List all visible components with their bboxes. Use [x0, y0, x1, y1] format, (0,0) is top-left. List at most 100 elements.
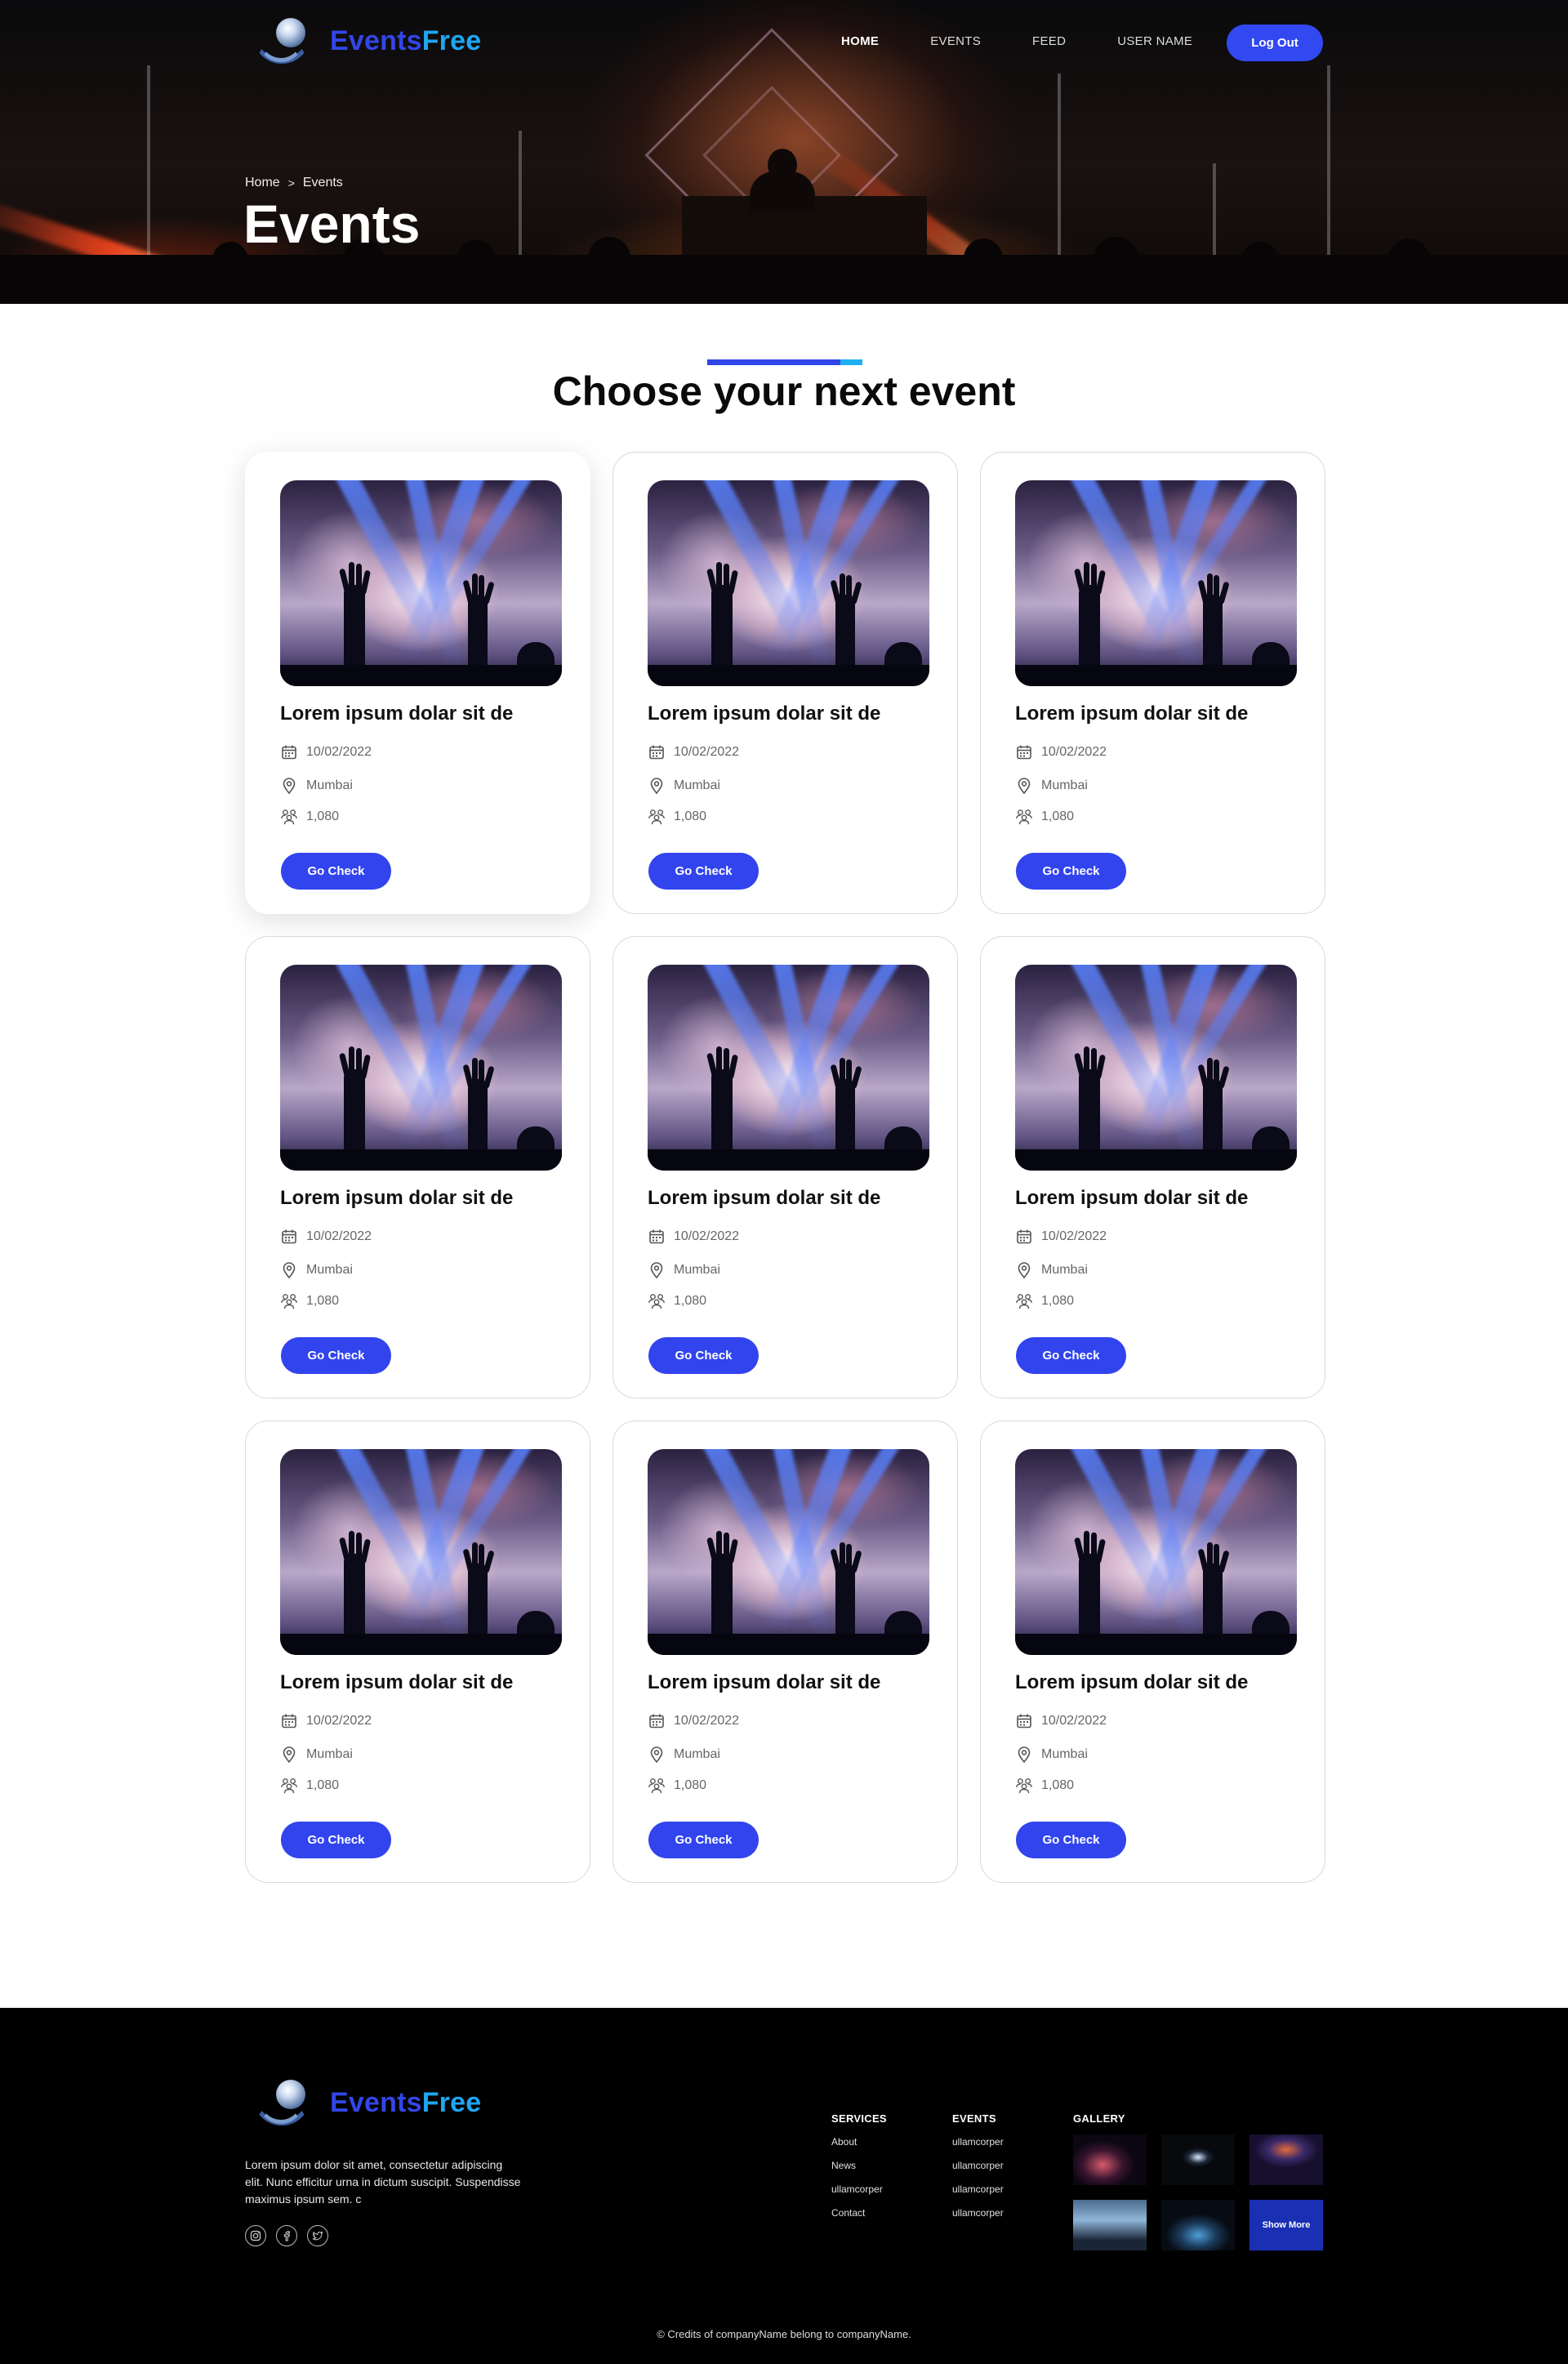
event-card: Lorem ipsum dolar sit de 10/02/2022 Mumb…	[245, 1421, 590, 1883]
event-card: Lorem ipsum dolar sit de 10/02/2022 Mumb…	[612, 452, 958, 914]
map-pin-icon	[280, 1746, 298, 1764]
event-grid: Lorem ipsum dolar sit de 10/02/2022 Mumb…	[245, 452, 1325, 1883]
map-pin-icon	[1015, 777, 1033, 795]
social-links	[245, 2225, 328, 2246]
event-date-text: 10/02/2022	[674, 745, 740, 759]
people-icon	[280, 1292, 298, 1310]
event-location: Mumbai	[1015, 1261, 1088, 1279]
event-attendees-text: 1,080	[306, 1294, 340, 1308]
event-attendees: 1,080	[648, 808, 706, 826]
twitter-icon[interactable]	[307, 2225, 328, 2246]
event-attendees: 1,080	[280, 1777, 339, 1795]
event-title: Lorem ipsum dolar sit de	[648, 1187, 881, 1209]
nav-link-user-name[interactable]: USER NAME	[1117, 34, 1192, 48]
event-image[interactable]	[280, 965, 562, 1171]
people-icon	[1015, 1292, 1033, 1310]
footer-link-ullamcorper[interactable]: ullamcorper	[831, 2183, 887, 2195]
people-icon	[280, 1777, 298, 1795]
gallery-thumbnail[interactable]	[1250, 2134, 1323, 2185]
go-check-button[interactable]: Go Check	[1016, 1337, 1126, 1374]
nav-link-events[interactable]: EVENTS	[930, 34, 981, 48]
top-navbar: EventsFree HOME EVENTS FEED USER NAME Lo…	[0, 0, 1568, 86]
event-image[interactable]	[1015, 1449, 1297, 1655]
gallery-show-more-button[interactable]: Show More	[1250, 2200, 1323, 2250]
gallery-thumbnail[interactable]	[1161, 2200, 1235, 2250]
event-location-text: Mumbai	[674, 1747, 720, 1761]
people-icon	[648, 1777, 666, 1795]
event-location-text: Mumbai	[674, 1263, 720, 1277]
event-image[interactable]	[648, 480, 929, 686]
event-location-text: Mumbai	[1041, 778, 1088, 792]
event-attendees-text: 1,080	[1041, 1778, 1075, 1792]
gallery-thumbnail[interactable]	[1161, 2134, 1235, 2185]
footer-event-link[interactable]: ullamcorper	[952, 2207, 1004, 2219]
map-pin-icon	[648, 777, 666, 795]
go-check-button[interactable]: Go Check	[281, 1822, 391, 1858]
footer: EventsFree Lorem ipsum dolor sit amet, c…	[0, 2008, 1568, 2364]
event-attendees-text: 1,080	[1041, 810, 1075, 823]
gallery-thumbnail[interactable]	[1073, 2134, 1147, 2185]
event-location: Mumbai	[648, 1746, 720, 1764]
facebook-icon[interactable]	[276, 2225, 297, 2246]
footer-event-link[interactable]: ullamcorper	[952, 2160, 1004, 2171]
event-image[interactable]	[648, 1449, 929, 1655]
event-attendees: 1,080	[1015, 1777, 1074, 1795]
go-check-button[interactable]: Go Check	[1016, 853, 1126, 890]
nav-link-home[interactable]: HOME	[841, 34, 879, 48]
people-icon	[648, 1292, 666, 1310]
calendar-icon	[280, 1228, 298, 1246]
footer-event-link[interactable]: ullamcorper	[952, 2136, 1004, 2148]
gallery-thumbnail[interactable]	[1073, 2200, 1147, 2250]
instagram-icon[interactable]	[245, 2225, 266, 2246]
go-check-button[interactable]: Go Check	[648, 853, 759, 890]
hero-crowd	[1388, 239, 1429, 279]
event-attendees-text: 1,080	[1041, 1294, 1075, 1308]
event-date-text: 10/02/2022	[1041, 1229, 1107, 1243]
event-image[interactable]	[1015, 965, 1297, 1171]
event-location: Mumbai	[648, 1261, 720, 1279]
event-attendees-text: 1,080	[306, 810, 340, 823]
event-image[interactable]	[280, 480, 562, 686]
go-check-button[interactable]: Go Check	[1016, 1822, 1126, 1858]
hero-banner: EventsFree HOME EVENTS FEED USER NAME Lo…	[0, 0, 1568, 304]
footer-link-about[interactable]: About	[831, 2136, 887, 2148]
calendar-icon	[280, 743, 298, 761]
footer-link-news[interactable]: News	[831, 2160, 887, 2171]
go-check-button[interactable]: Go Check	[281, 853, 391, 890]
breadcrumb-home[interactable]: Home	[245, 176, 280, 190]
event-attendees: 1,080	[648, 1292, 706, 1310]
go-check-button[interactable]: Go Check	[648, 1822, 759, 1858]
logout-button[interactable]: Log Out	[1227, 25, 1323, 61]
people-icon	[1015, 1777, 1033, 1795]
event-image[interactable]	[1015, 480, 1297, 686]
event-date-text: 10/02/2022	[306, 745, 372, 759]
event-date: 10/02/2022	[280, 743, 372, 761]
event-location-text: Mumbai	[306, 1263, 353, 1277]
event-location-text: Mumbai	[1041, 1747, 1088, 1761]
breadcrumb-separator: >	[287, 176, 295, 190]
copyright-text: © Credits of companyName belong to compa…	[657, 2328, 911, 2340]
event-date: 10/02/2022	[648, 743, 739, 761]
hero-truss	[1058, 74, 1061, 270]
go-check-button[interactable]: Go Check	[648, 1337, 759, 1374]
hero-crowd	[1094, 237, 1138, 279]
brand-logo[interactable]: EventsFree	[253, 16, 481, 65]
event-card: Lorem ipsum dolar sit de 10/02/2022 Mumb…	[980, 1421, 1325, 1883]
section-accent-bar	[707, 359, 862, 365]
hero-truss	[1327, 65, 1330, 278]
footer-description: Lorem ipsum dolor sit amet, consectetur …	[245, 2158, 521, 2206]
footer-events-heading: EVENTS	[952, 2112, 996, 2125]
hero-crowd	[457, 240, 495, 279]
event-image[interactable]	[280, 1449, 562, 1655]
calendar-icon	[648, 1228, 666, 1246]
people-icon	[1015, 808, 1033, 826]
event-date-text: 10/02/2022	[306, 1714, 372, 1728]
event-location-text: Mumbai	[306, 1747, 353, 1761]
footer-events-column: EVENTS ullamcorper ullamcorper ullamcorp…	[952, 2112, 1004, 2231]
footer-brand-logo[interactable]: EventsFree	[253, 2078, 481, 2127]
event-image[interactable]	[648, 965, 929, 1171]
footer-link-contact[interactable]: Contact	[831, 2207, 887, 2219]
footer-event-link[interactable]: ullamcorper	[952, 2183, 1004, 2195]
nav-link-feed[interactable]: FEED	[1032, 34, 1066, 48]
go-check-button[interactable]: Go Check	[281, 1337, 391, 1374]
